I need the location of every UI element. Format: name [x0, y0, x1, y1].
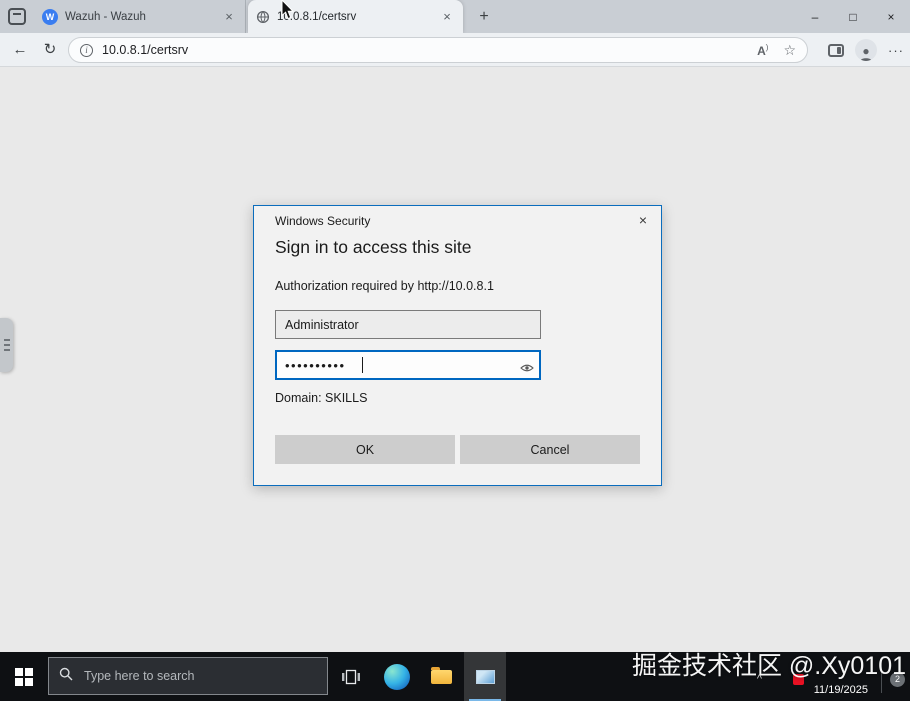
dialog-title: Windows Security — [275, 214, 371, 228]
tab-title: 10.0.8.1/certsrv — [277, 10, 357, 23]
search-input[interactable] — [82, 668, 317, 684]
split-screen-icon[interactable] — [828, 43, 844, 57]
taskbar-search-box[interactable] — [48, 657, 328, 695]
password-field[interactable] — [275, 350, 541, 380]
site-favicon-icon — [256, 10, 270, 24]
window-close-button[interactable]: × — [872, 0, 910, 33]
start-button[interactable] — [0, 652, 48, 701]
windows-security-dialog: Windows Security × Sign in to access thi… — [253, 205, 662, 486]
ok-button[interactable]: OK — [275, 435, 455, 464]
read-aloud-icon[interactable]: A) — [757, 43, 768, 58]
address-bar-icons: A) ☆ — [757, 42, 796, 59]
text-caret — [362, 357, 363, 373]
edge-taskbar-button[interactable] — [376, 652, 418, 701]
tab-actions-icon[interactable] — [8, 8, 26, 25]
favorite-star-icon[interactable]: ☆ — [783, 42, 796, 59]
tab-close-icon[interactable]: × — [221, 9, 237, 25]
site-info-icon[interactable]: i — [80, 43, 93, 57]
window-minimize-button[interactable]: – — [796, 0, 834, 33]
new-tab-button[interactable]: + — [472, 5, 496, 29]
clock-date[interactable]: 11/19/2025 — [814, 684, 868, 696]
mouse-cursor — [281, 0, 295, 25]
tab-strip: W Wazuh - Wazuh × 10.0.8.1/certsrv × + –… — [0, 0, 910, 33]
browser-toolbar: ← ↻ i 10.0.8.1/certsrv A) ☆ ··· — [0, 33, 910, 67]
address-bar[interactable]: i 10.0.8.1/certsrv A) ☆ — [68, 37, 808, 63]
edge-icon — [384, 663, 410, 690]
tab-wazuh[interactable]: W Wazuh - Wazuh × — [34, 0, 246, 33]
cancel-button[interactable]: Cancel — [460, 435, 640, 464]
refresh-button[interactable]: ↻ — [38, 38, 62, 62]
password-field-wrap — [275, 350, 541, 380]
windows-logo-icon — [15, 667, 33, 686]
domain-label: Domain: SKILLS — [275, 391, 368, 405]
active-app-button[interactable] — [464, 652, 506, 701]
dialog-close-icon[interactable]: × — [634, 212, 652, 230]
tab-title: Wazuh - Wazuh — [65, 10, 146, 23]
sidebar-handle[interactable] — [0, 318, 13, 372]
settings-more-icon[interactable]: ··· — [888, 43, 904, 58]
folder-icon — [430, 666, 452, 684]
search-icon — [59, 667, 73, 686]
toolbar-right-icons: ··· — [828, 38, 904, 62]
app-window-icon — [475, 669, 495, 684]
dialog-heading: Sign in to access this site — [275, 237, 472, 257]
screen: W Wazuh - Wazuh × 10.0.8.1/certsrv × + –… — [0, 0, 910, 701]
username-field[interactable] — [275, 310, 541, 339]
tab-close-icon[interactable]: × — [439, 9, 455, 25]
profile-avatar[interactable] — [855, 39, 877, 61]
file-explorer-button[interactable] — [420, 652, 462, 701]
window-controls: – □ × — [796, 0, 910, 33]
watermark-text: 掘金技术社区 @.Xy0101 — [631, 652, 906, 680]
wazuh-favicon-icon: W — [42, 8, 58, 25]
task-view-button[interactable] — [330, 652, 372, 701]
url-text[interactable]: 10.0.8.1/certsrv — [102, 43, 748, 57]
dialog-message: Authorization required by http://10.0.8.… — [275, 279, 494, 293]
task-view-icon — [342, 669, 360, 684]
back-button[interactable]: ← — [8, 38, 32, 62]
window-maximize-button[interactable]: □ — [834, 0, 872, 33]
page-content: Windows Security × Sign in to access thi… — [0, 67, 910, 652]
reveal-password-icon[interactable] — [520, 360, 534, 372]
